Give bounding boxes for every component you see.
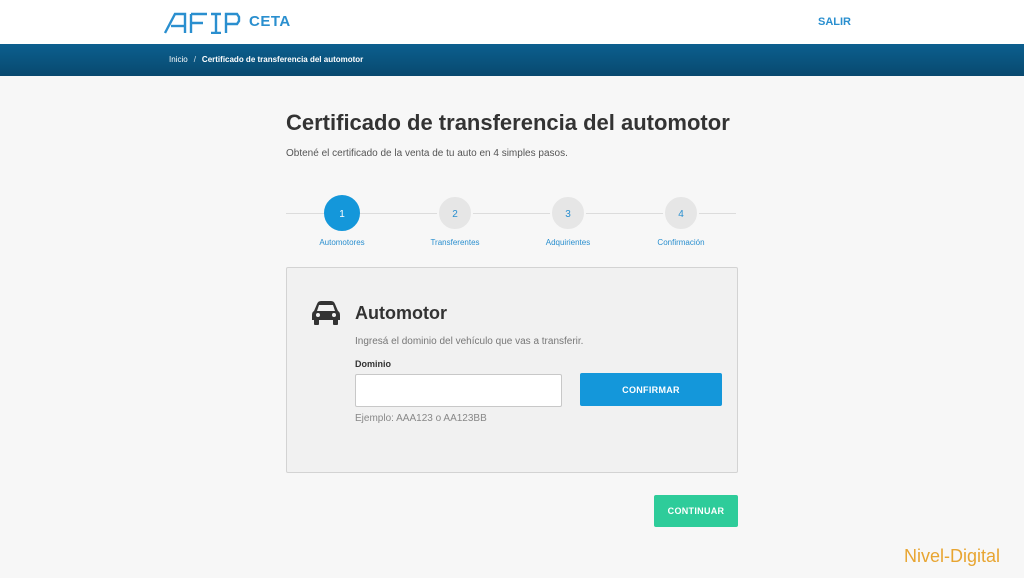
step-circle: 1 [324, 195, 360, 231]
step-label: Confirmación [657, 238, 705, 247]
dominio-label: Dominio [355, 359, 391, 369]
logout-link[interactable]: SALIR [818, 16, 851, 28]
continue-button[interactable]: CONTINUAR [654, 495, 738, 527]
step-label: Adquirientes [545, 238, 591, 247]
step-adquirientes[interactable]: 3 Adquirientes [518, 195, 618, 247]
breadcrumb-item-current: Certificado de transferencia del automot… [201, 55, 364, 64]
breadcrumb: Inicio / Certificado de transferencia del … [169, 55, 363, 64]
page-subtitle: Obtené el certificado de la venta de tu … [286, 148, 568, 159]
breadcrumb-separator: / [193, 55, 196, 64]
watermark: Nivel-Digital [904, 546, 1001, 566]
page-title: Certificado de transferencia del automot… [286, 110, 730, 135]
confirm-button[interactable]: CONFIRMAR [580, 373, 722, 406]
step-transferentes[interactable]: 2 Transferentes [405, 195, 505, 247]
app-name: CETA [249, 13, 291, 30]
step-automotores[interactable]: 1 Automotores [292, 195, 392, 247]
dominio-example: Ejemplo: AAA123 o AA123BB [355, 413, 487, 424]
automotor-card: Automotor Ingresá el dominio del vehícul… [286, 267, 738, 473]
breadcrumb-bar: Inicio / Certificado de transferencia del … [0, 44, 1024, 76]
step-circle: 3 [550, 195, 586, 231]
step-label: Automotores [319, 238, 365, 247]
step-confirmacion[interactable]: 4 Confirmación [631, 195, 731, 247]
step-circle: 4 [663, 195, 699, 231]
step-circle: 2 [437, 195, 473, 231]
top-header: CETA SALIR [0, 0, 1024, 44]
car-icon [312, 301, 340, 325]
card-title: Automotor [355, 303, 447, 323]
card-hint: Ingresá el dominio del vehículo que vas … [355, 336, 584, 347]
breadcrumb-item-home[interactable]: Inicio [169, 55, 188, 64]
afip-logo [163, 12, 241, 34]
stepper: 1 Automotores 2 Transferentes 3 Adquirie… [286, 195, 736, 255]
step-label: Transferentes [430, 238, 480, 247]
dominio-input[interactable] [355, 374, 562, 407]
